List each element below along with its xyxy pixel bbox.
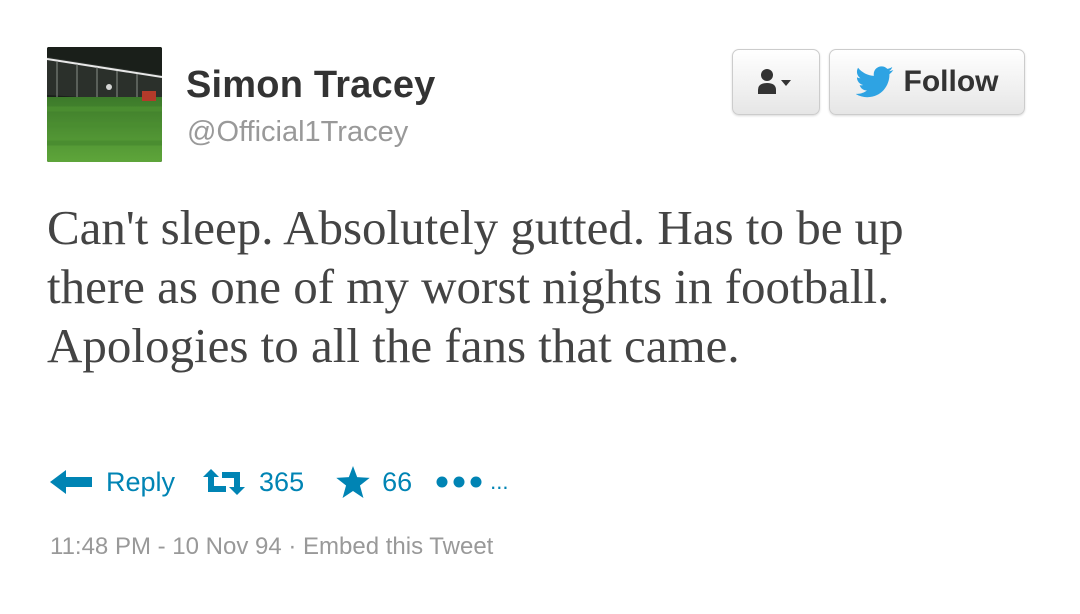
tweet-card: Simon Tracey @Official1Tracey Follow Can… bbox=[0, 0, 1080, 614]
user-handle[interactable]: @Official1Tracey bbox=[187, 116, 408, 149]
twitter-bird-icon bbox=[855, 66, 893, 98]
retweet-button[interactable]: 365 bbox=[201, 467, 304, 498]
star-icon bbox=[336, 466, 370, 498]
more-dots-icon bbox=[436, 476, 482, 488]
tweet-meta: 11:48 PM - 10 Nov 94 · Embed this Tweet bbox=[50, 533, 493, 561]
more-label: ... bbox=[490, 469, 509, 494]
follow-button[interactable]: Follow bbox=[829, 49, 1025, 115]
retweet-count: 365 bbox=[259, 466, 305, 497]
stadium-photo-icon bbox=[47, 47, 162, 162]
tweet-actions: Reply 365 66 ... bbox=[50, 462, 508, 502]
follow-label: Follow bbox=[903, 65, 999, 98]
retweet-icon bbox=[203, 469, 246, 495]
display-name[interactable]: Simon Tracey bbox=[186, 64, 436, 107]
more-actions-button[interactable]: ... bbox=[436, 469, 508, 495]
reply-button[interactable]: Reply bbox=[50, 467, 175, 498]
person-dropdown-icon bbox=[758, 69, 791, 94]
meta-separator: · bbox=[281, 533, 304, 560]
embed-tweet-link[interactable]: Embed this Tweet bbox=[303, 533, 493, 560]
favorite-button[interactable]: 66 bbox=[336, 466, 412, 498]
timestamp-link[interactable]: 11:48 PM - 10 Nov 94 bbox=[50, 533, 282, 560]
tweet-text: Can't sleep. Absolutely gutted. Has to b… bbox=[47, 200, 904, 373]
reply-label: Reply bbox=[106, 466, 176, 497]
avatar[interactable] bbox=[47, 47, 162, 162]
user-actions-button[interactable] bbox=[732, 49, 820, 115]
favorite-count: 66 bbox=[382, 466, 413, 497]
reply-arrow-icon bbox=[50, 470, 92, 494]
